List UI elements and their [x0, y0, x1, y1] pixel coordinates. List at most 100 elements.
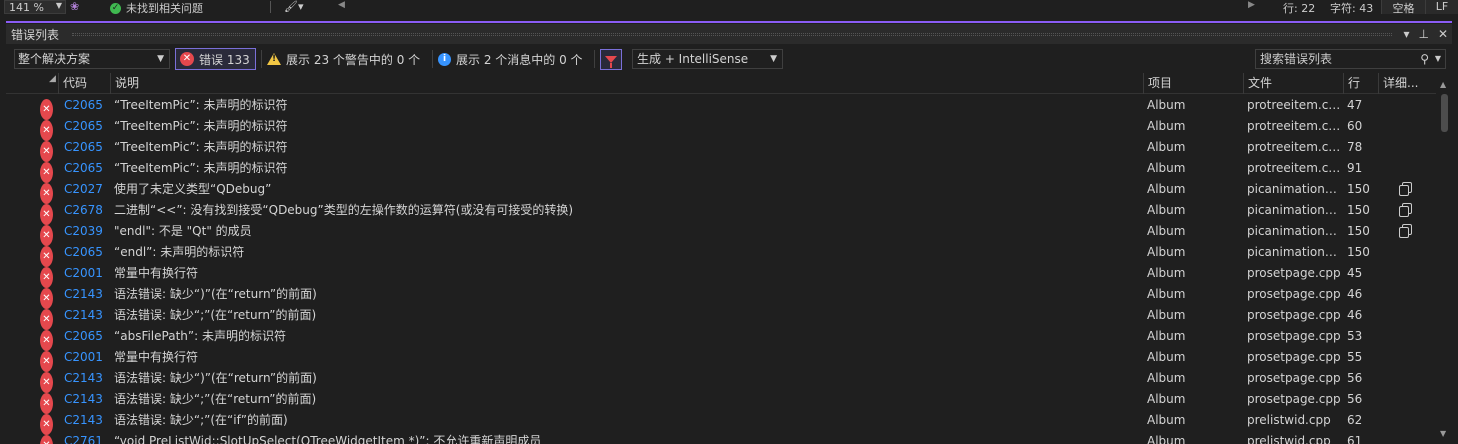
- error-code-link[interactable]: C2027: [64, 179, 112, 200]
- error-line: 46: [1347, 308, 1363, 322]
- error-list-titlebar[interactable]: 错误列表 ▾ ⊥ ✕: [6, 24, 1452, 44]
- error-code-link[interactable]: C2761: [64, 431, 112, 444]
- error-code-link[interactable]: C2143: [64, 368, 112, 389]
- issues-indicator[interactable]: ✓ 未找到相关问题: [110, 0, 203, 16]
- error-project: Album: [1147, 98, 1186, 112]
- column-header-project-label: 项目: [1148, 76, 1173, 90]
- column-header-line-label: 行: [1348, 76, 1361, 90]
- error-code-link[interactable]: C2001: [64, 263, 112, 284]
- error-code-link[interactable]: C2143: [64, 410, 112, 431]
- table-row[interactable]: ✕ C2761“void PreListWid::SlotUpSelect(QTr…: [6, 431, 1434, 444]
- error-project: Album: [1147, 161, 1186, 175]
- error-code-link[interactable]: C2143: [64, 284, 112, 305]
- column-header-description[interactable]: 说明: [110, 73, 1144, 94]
- error-project: Album: [1147, 224, 1186, 238]
- error-line: 150: [1347, 182, 1370, 196]
- search-input[interactable]: 搜索错误列表 ⚲ ▼: [1255, 49, 1446, 69]
- table-row[interactable]: ✕ C2001 常量中有换行符 Album prosetpage.cpp 45: [6, 263, 1434, 288]
- build-filter-dropdown[interactable]: 生成 + IntelliSense ▼: [632, 49, 783, 69]
- issues-text: 未找到相关问题: [126, 2, 203, 15]
- drag-grip[interactable]: [72, 33, 1392, 36]
- error-line: 55: [1347, 350, 1363, 364]
- column-indicator[interactable]: 字符: 43: [1330, 0, 1373, 16]
- errors-filter-button[interactable]: ✕ 错误 133: [175, 48, 256, 70]
- scroll-down-icon[interactable]: ▼: [1440, 429, 1446, 438]
- table-row[interactable]: ✕ C2065 “absFilePath”: 未声明的标识符 Album prosetp…: [6, 326, 1434, 351]
- table-row[interactable]: ✕ C2143 语法错误: 缺少“)”(在“return”的前面) Album pros…: [6, 368, 1434, 393]
- table-row[interactable]: ✕ C2065 “endl”: 未声明的标识符 Album picanimationwi…: [6, 242, 1434, 267]
- zoom-dropdown[interactable]: 141 % ▼: [4, 0, 66, 14]
- error-code-link[interactable]: C2065: [64, 116, 112, 137]
- error-code-link[interactable]: C2678: [64, 200, 112, 221]
- error-code-link[interactable]: C2143: [64, 389, 112, 410]
- pin-icon[interactable]: ⊥: [1418, 27, 1428, 41]
- scroll-up-icon[interactable]: ▲: [1440, 80, 1446, 89]
- table-row[interactable]: ✕ C2065 “TreeItemPic”: 未声明的标识符 Album protree…: [6, 116, 1434, 141]
- error-description: “TreeItemPic”: 未声明的标识符: [114, 140, 288, 154]
- copilot-icon[interactable]: ❀: [70, 0, 79, 13]
- indent-indicator[interactable]: 空格: [1381, 0, 1425, 15]
- error-line: 46: [1347, 287, 1363, 301]
- divider: [270, 1, 271, 13]
- table-row[interactable]: ✕ C2027 使用了未定义类型“QDebug” Album picanimationw…: [6, 179, 1434, 204]
- warnings-filter-button[interactable]: 展示 23 个警告中的 0 个: [267, 49, 420, 69]
- chevron-down-icon: ▼: [157, 54, 164, 64]
- error-description: 二进制“<<”: 没有找到接受“QDebug”类型的左操作数的运算符(或没有可接…: [114, 203, 574, 217]
- table-row[interactable]: ✕ C2678 二进制“<<”: 没有找到接受“QDebug”类型的左操作数的运算符…: [6, 200, 1434, 225]
- column-header-project[interactable]: 项目: [1143, 73, 1244, 94]
- scroll-right-icon[interactable]: ▶: [1248, 0, 1255, 10]
- table-row[interactable]: ✕ C2065 “TreeItemPic”: 未声明的标识符 Album protree…: [6, 137, 1434, 162]
- sort-icon[interactable]: ◢: [49, 74, 56, 84]
- error-code-link[interactable]: C2065: [64, 95, 112, 116]
- column-header-code[interactable]: 代码: [58, 73, 110, 94]
- scope-dropdown[interactable]: 整个解决方案 ▼: [14, 49, 170, 69]
- error-file: picanimationwid.cpp: [1247, 224, 1342, 238]
- scroll-left-icon[interactable]: ◀: [338, 0, 345, 10]
- copy-details-icon[interactable]: [1399, 182, 1413, 196]
- column-header-code-label: 代码: [63, 76, 88, 90]
- error-code-link[interactable]: C2065: [64, 242, 112, 263]
- code-cleanup-icon[interactable]: 🖌▾: [284, 0, 304, 13]
- table-row[interactable]: ✕ C2065 “TreeItemPic”: 未声明的标识符 Album protree…: [6, 158, 1434, 183]
- error-icon: ✕: [40, 435, 53, 444]
- zoom-value: 141 %: [9, 0, 44, 14]
- table-row[interactable]: ✕ C2143 语法错误: 缺少“)”(在“return”的前面) Album pros…: [6, 284, 1434, 309]
- error-code-link[interactable]: C2001: [64, 347, 112, 368]
- scrollbar-thumb[interactable]: [1441, 94, 1448, 132]
- error-code-link[interactable]: C2143: [64, 305, 112, 326]
- close-icon[interactable]: ✕: [1438, 27, 1448, 41]
- divider: [594, 50, 595, 68]
- error-project: Album: [1147, 308, 1186, 322]
- error-code-link[interactable]: C2039: [64, 221, 112, 242]
- error-description: “endl”: 未声明的标识符: [114, 245, 245, 259]
- error-line: 60: [1347, 119, 1363, 133]
- error-code-link[interactable]: C2065: [64, 158, 112, 179]
- line-indicator[interactable]: 行: 22: [1283, 0, 1315, 16]
- column-header-line[interactable]: 行: [1343, 73, 1378, 94]
- eol-indicator[interactable]: LF: [1425, 0, 1458, 14]
- error-file: prosetpage.cpp: [1247, 392, 1341, 406]
- error-line: 150: [1347, 224, 1370, 238]
- table-row[interactable]: ✕ C2039 "endl": 不是 "Qt" 的成员 Album picanimati…: [6, 221, 1434, 246]
- error-description: 语法错误: 缺少“)”(在“return”的前面): [114, 371, 317, 385]
- table-row[interactable]: ✕ C2143 语法错误: 缺少“;”(在“return”的前面) Album pros…: [6, 305, 1434, 330]
- table-row[interactable]: ✕ C2001 常量中有换行符 Album prosetpage.cpp 55: [6, 347, 1434, 372]
- error-project: Album: [1147, 203, 1186, 217]
- error-code-link[interactable]: C2065: [64, 326, 112, 347]
- table-row[interactable]: ✕ C2143 语法错误: 缺少“;”(在“if”的前面) Album prelistw…: [6, 410, 1434, 435]
- messages-filter-button[interactable]: i 展示 2 个消息中的 0 个: [438, 49, 583, 69]
- error-line: 47: [1347, 98, 1363, 112]
- vertical-scrollbar[interactable]: ▲ ▼: [1436, 80, 1452, 444]
- column-header-detail[interactable]: 详细...: [1378, 73, 1434, 94]
- column-header-file[interactable]: 文件: [1243, 73, 1344, 94]
- error-icon: ✕: [180, 52, 194, 66]
- copy-details-icon[interactable]: [1399, 224, 1413, 238]
- copy-details-icon[interactable]: [1399, 203, 1413, 217]
- window-options-icon[interactable]: ▾: [1403, 27, 1409, 41]
- error-description: "endl": 不是 "Qt" 的成员: [114, 224, 252, 238]
- filter-button[interactable]: [600, 49, 622, 70]
- error-file: protreeitem.cpp: [1247, 161, 1342, 175]
- table-row[interactable]: ✕ C2143 语法错误: 缺少“;”(在“return”的前面) Album pros…: [6, 389, 1434, 414]
- table-row[interactable]: ✕ C2065 “TreeItemPic”: 未声明的标识符 Album protree…: [6, 95, 1434, 120]
- error-code-link[interactable]: C2065: [64, 137, 112, 158]
